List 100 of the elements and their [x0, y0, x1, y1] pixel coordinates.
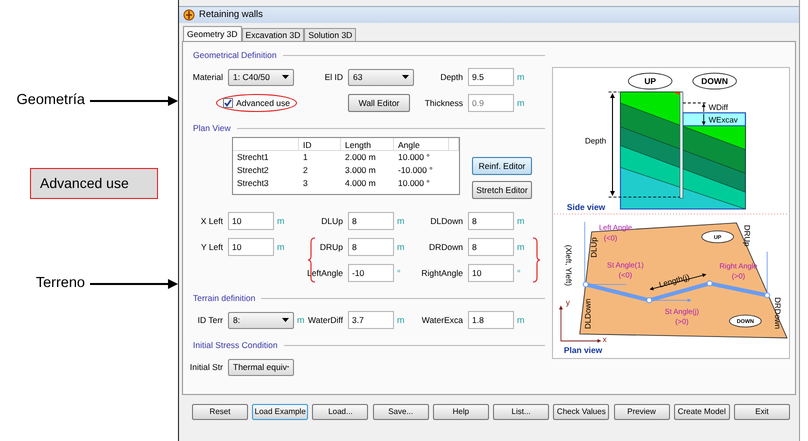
table-cell-text: Strecht2	[236, 164, 270, 177]
action-button[interactable]: Exit	[734, 404, 790, 420]
dropdown[interactable]: Thermal equiv	[228, 358, 294, 376]
annotation-label: Terreno	[36, 275, 85, 293]
input-field[interactable]: 10	[468, 264, 514, 282]
diagram-label: x	[602, 334, 607, 344]
dropdown-value: Thermal equiv	[233, 362, 287, 372]
arrow-icon	[90, 96, 178, 106]
app-icon	[183, 9, 195, 21]
table-cell-text: 1	[302, 151, 309, 164]
field-label: Y Left	[200, 242, 223, 252]
diagram-label: Depth	[585, 136, 606, 146]
diagram-label: UP	[644, 76, 656, 86]
table-cell-text: 4.000 m	[344, 177, 377, 190]
input-field[interactable]: -10	[348, 264, 394, 282]
input-field[interactable]: 8	[348, 238, 394, 256]
field-label: RightAngle	[421, 268, 463, 278]
section-title: Initial Stress Condition	[193, 340, 278, 350]
field-label: El ID	[324, 72, 343, 82]
unit-label: m	[517, 98, 524, 108]
dropdown[interactable]: 8:	[228, 312, 294, 328]
input-field[interactable]: 3.7	[348, 311, 394, 329]
input-field[interactable]: 9.5	[468, 68, 514, 86]
diagram-label: Side view	[566, 202, 606, 212]
diagram-label: DLUp	[590, 237, 599, 258]
diagram-label: y	[566, 298, 570, 308]
editor-button[interactable]: Stretch Editor	[472, 181, 532, 199]
table-cell-text: 3.000 m	[344, 164, 377, 177]
action-button[interactable]: Load...	[312, 404, 368, 420]
diagram-label: DLDown	[584, 298, 593, 330]
action-button[interactable]: Preview	[614, 404, 670, 420]
label-ellipse	[701, 230, 734, 244]
checkbox-label: Advanced use	[236, 98, 290, 108]
window-title: Retaining walls	[199, 9, 263, 21]
unit-label: m	[517, 216, 524, 226]
field-label: DRDown	[428, 242, 463, 252]
brace-mark	[532, 237, 540, 283]
input-field[interactable]: 8	[468, 238, 514, 256]
diagram-label: DOWN	[701, 76, 728, 86]
caret-icon	[282, 318, 289, 322]
table-cell-text: -10.000 °	[397, 164, 434, 177]
table-cell-text: 10.000 °	[397, 151, 431, 164]
dropdown-value: 1: C40/50	[233, 72, 270, 82]
action-button[interactable]: Create Model	[674, 404, 730, 420]
section-title: Geometrical Definition	[193, 50, 277, 60]
table-cell-text: 3	[302, 177, 309, 190]
dropdown-value: 63	[353, 72, 362, 82]
input-field[interactable]: 1.8	[468, 311, 514, 329]
diagram-label: DRUp	[742, 224, 752, 246]
diagram-label: DRDown	[773, 297, 782, 329]
field-label: WaterExca	[422, 314, 463, 326]
action-button[interactable]: Save...	[372, 404, 429, 420]
field-label: Depth	[440, 72, 463, 82]
editor-button[interactable]: Reinf. Editor	[472, 157, 532, 175]
dropdown-value: 8:	[233, 314, 240, 326]
input-field[interactable]: 8	[348, 212, 394, 230]
diagram-label: WDiff	[708, 102, 728, 112]
label-ellipse	[729, 314, 762, 328]
action-button[interactable]: Help	[432, 404, 489, 420]
action-button[interactable]: Check Values	[553, 404, 610, 420]
input-field[interactable]: 10	[228, 212, 274, 230]
dropdown[interactable]: 1: C40/50	[228, 68, 294, 86]
label-ellipse	[692, 72, 737, 90]
arrow-icon	[90, 279, 178, 290]
column-header: Length	[341, 138, 394, 151]
annotation-label: Geometría	[16, 92, 85, 110]
unit-label: m	[277, 216, 284, 226]
diagram-label: WExcav	[708, 116, 738, 125]
annotation-box: Advanced use	[30, 168, 158, 200]
field-label: WaterDiff	[308, 314, 343, 326]
input-field[interactable]: 10	[228, 238, 274, 256]
unit-label: m	[277, 242, 284, 252]
field-label: DRUp	[320, 242, 343, 252]
action-button[interactable]: Load Example	[252, 404, 308, 420]
checkbox[interactable]	[223, 98, 234, 108]
table-cell-text: Strecht1	[236, 151, 270, 164]
unit-label: m	[297, 314, 304, 326]
caret-icon	[282, 75, 289, 79]
unit-label: °	[517, 268, 521, 278]
label-ellipse	[628, 72, 672, 90]
wall-editor-button[interactable]: Wall Editor	[348, 94, 410, 112]
tab[interactable]: Solution 3D	[304, 28, 356, 41]
section-title: Terrain definition	[193, 292, 256, 304]
caret-icon	[402, 75, 409, 79]
tab[interactable]: Geometry 3D	[183, 26, 242, 41]
tab[interactable]: Excavation 3D	[242, 28, 304, 41]
diagram-label: (Xleft, Yleft)	[564, 244, 573, 286]
field-label: ID Terr	[198, 314, 223, 326]
table-cell-text: 10.000 °	[397, 177, 431, 190]
field-label: Material	[192, 72, 223, 82]
field-label: Thickness	[424, 98, 463, 108]
section-title: Plan View	[193, 122, 231, 134]
input-field[interactable]: 8	[468, 212, 514, 230]
unit-label: m	[517, 242, 524, 252]
table-cell-text: 2.000 m	[344, 151, 377, 164]
dropdown[interactable]: 63	[348, 68, 414, 86]
action-button[interactable]: Reset	[192, 404, 248, 420]
table-cell-text: Strecht3	[236, 177, 270, 190]
action-button[interactable]: List...	[493, 404, 550, 420]
unit-label: m	[397, 314, 404, 326]
